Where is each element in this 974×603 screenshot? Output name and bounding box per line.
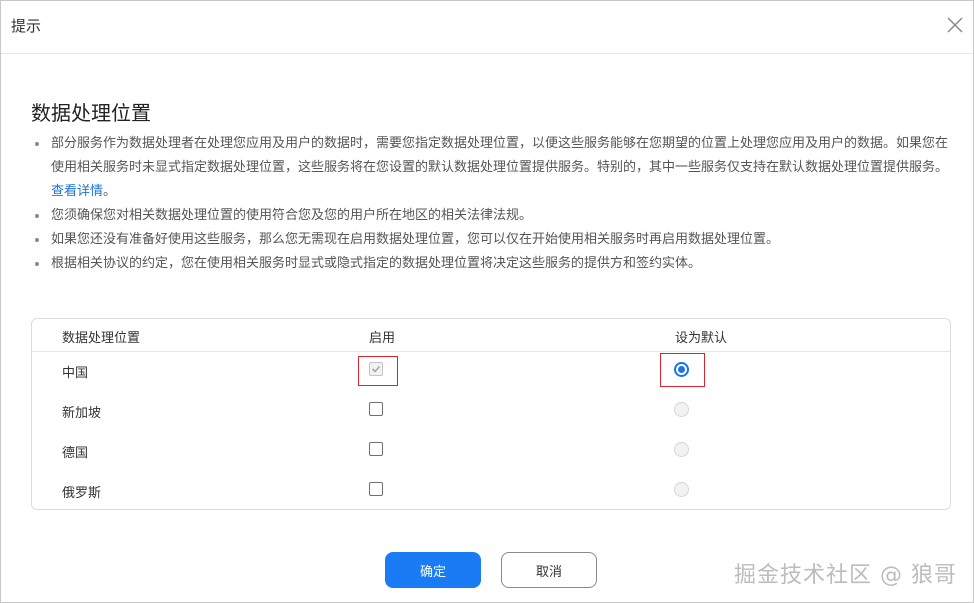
dialog-title: 提示 — [11, 17, 42, 35]
enable-checkbox-germany[interactable] — [369, 442, 383, 456]
note-suffix: 。 — [103, 184, 117, 199]
note-text: 您须确保您对相关数据处理位置的使用符合您及您的用户所在地区的相关法律法规。 — [51, 208, 533, 223]
location-table: 数据处理位置 启用 设为默认 中国 新加坡 德国 俄罗斯 — [31, 318, 951, 510]
note-text: 如果您还没有准备好使用这些服务，那么您无需现在启用数据处理位置，您可以仅在开始使… — [51, 232, 780, 247]
default-radio-russia[interactable] — [674, 482, 689, 497]
location-name: 中国 — [62, 366, 89, 381]
default-radio-germany[interactable] — [674, 442, 689, 457]
header-default: 设为默认 — [675, 331, 728, 346]
table-row: 中国 — [32, 351, 950, 391]
location-name: 新加坡 — [62, 406, 102, 421]
notes-list: 部分服务作为数据处理者在处理您应用及用户的数据时，需要您指定数据处理位置，以便这… — [35, 132, 955, 276]
note-item: 根据相关协议的约定，您在使用相关服务时显式或隐式指定的数据处理位置将决定这些服务… — [35, 252, 955, 276]
cancel-button[interactable]: 取消 — [501, 552, 597, 588]
header-enable: 启用 — [369, 331, 396, 346]
table-row: 俄罗斯 — [32, 471, 950, 511]
note-item: 您须确保您对相关数据处理位置的使用符合您及您的用户所在地区的相关法律法规。 — [35, 204, 955, 228]
location-name: 俄罗斯 — [62, 486, 102, 501]
close-icon[interactable] — [943, 13, 967, 37]
table-header: 数据处理位置 启用 设为默认 — [32, 319, 950, 352]
table-row: 新加坡 — [32, 391, 950, 431]
note-item: 如果您还没有准备好使用这些服务，那么您无需现在启用数据处理位置，您可以仅在开始使… — [35, 228, 955, 252]
enable-checkbox-russia[interactable] — [369, 482, 383, 496]
note-item: 部分服务作为数据处理者在处理您应用及用户的数据时，需要您指定数据处理位置，以便这… — [35, 132, 955, 204]
location-name: 德国 — [62, 446, 89, 461]
prompt-dialog: 提示 数据处理位置 部分服务作为数据处理者在处理您应用及用户的数据时，需要您指定… — [0, 0, 974, 603]
section-title: 数据处理位置 — [31, 101, 151, 125]
details-link[interactable]: 查看详情 — [51, 184, 103, 199]
dialog-header: 提示 — [1, 1, 973, 54]
default-radio-singapore[interactable] — [674, 402, 689, 417]
header-location: 数据处理位置 — [62, 331, 141, 346]
enable-checkbox-singapore[interactable] — [369, 402, 383, 416]
highlight-box-enable — [358, 356, 398, 386]
highlight-box-default — [660, 353, 705, 387]
note-text: 部分服务作为数据处理者在处理您应用及用户的数据时，需要您指定数据处理位置，以便这… — [51, 136, 949, 175]
note-text: 根据相关协议的约定，您在使用相关服务时显式或隐式指定的数据处理位置将决定这些服务… — [51, 256, 702, 271]
confirm-button[interactable]: 确定 — [385, 552, 481, 588]
watermark: 掘金技术社区 @ 狼哥 — [734, 563, 957, 588]
table-row: 德国 — [32, 431, 950, 471]
